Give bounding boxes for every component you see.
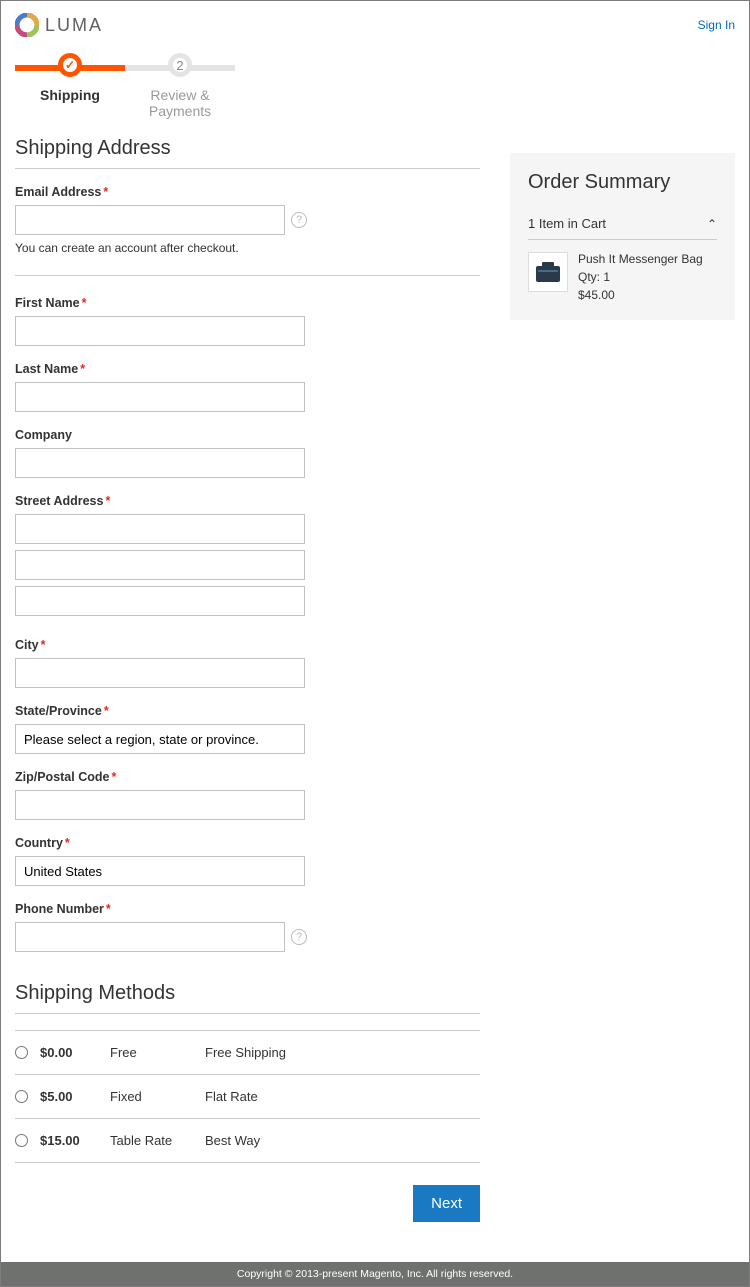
method-carrier: Best Way (205, 1133, 480, 1148)
method-title: Free (110, 1045, 205, 1060)
shipping-method-row[interactable]: $15.00 Table Rate Best Way (15, 1119, 480, 1163)
city-label: City* (15, 638, 480, 652)
firstname-field[interactable] (15, 316, 305, 346)
street-field-3[interactable] (15, 586, 305, 616)
method-price: $5.00 (40, 1089, 110, 1104)
method-carrier: Free Shipping (205, 1045, 480, 1060)
step-shipping: ✓ Shipping (15, 53, 125, 119)
state-label: State/Province* (15, 704, 480, 718)
method-price: $0.00 (40, 1045, 110, 1060)
company-label: Company (15, 428, 480, 442)
cart-item: Push It Messenger Bag Qty: 1 $45.00 (528, 240, 717, 302)
email-label: Email Address* (15, 185, 480, 199)
method-title: Table Rate (110, 1133, 205, 1148)
method-title: Fixed (110, 1089, 205, 1104)
shipping-method-row[interactable]: $5.00 Fixed Flat Rate (15, 1075, 480, 1119)
cart-toggle[interactable]: 1 Item in Cart ⌃ (528, 208, 717, 240)
country-label: Country* (15, 836, 480, 850)
method-carrier: Flat Rate (205, 1089, 480, 1104)
brand-name: LUMA (45, 15, 103, 36)
email-field[interactable] (15, 205, 285, 235)
checkout-progress: ✓ Shipping 2 Review & Payments (1, 43, 749, 137)
help-icon[interactable]: ? (291, 929, 307, 945)
country-select[interactable]: United States (15, 856, 305, 886)
signin-link[interactable]: Sign In (698, 18, 735, 32)
street-label: Street Address* (15, 494, 480, 508)
lastname-field[interactable] (15, 382, 305, 412)
divider (15, 275, 480, 276)
product-price: $45.00 (578, 288, 703, 302)
order-summary-title: Order Summary (528, 171, 717, 194)
shipping-method-radio[interactable] (15, 1090, 28, 1103)
order-summary: Order Summary 1 Item in Cart ⌃ Push It M… (510, 153, 735, 320)
cart-count-label: 1 Item in Cart (528, 216, 606, 231)
check-icon: ✓ (65, 58, 75, 72)
zip-label: Zip/Postal Code* (15, 770, 480, 784)
state-select[interactable]: Please select a region, state or provinc… (15, 724, 305, 754)
step-review: 2 Review & Payments (125, 53, 235, 119)
product-name: Push It Messenger Bag (578, 252, 703, 266)
chevron-up-icon: ⌃ (707, 217, 717, 231)
street-field-1[interactable] (15, 514, 305, 544)
shipping-method-radio[interactable] (15, 1134, 28, 1147)
product-qty: Qty: 1 (578, 270, 703, 284)
city-field[interactable] (15, 658, 305, 688)
step-review-label: Review & Payments (125, 87, 235, 119)
help-icon[interactable]: ? (291, 212, 307, 228)
luma-logo-icon (15, 13, 39, 37)
product-thumbnail (528, 252, 568, 292)
shipping-address-title: Shipping Address (15, 137, 480, 169)
company-field[interactable] (15, 448, 305, 478)
phone-field[interactable] (15, 922, 285, 952)
street-field-2[interactable] (15, 550, 305, 580)
firstname-label: First Name* (15, 296, 480, 310)
step-shipping-label: Shipping (15, 87, 125, 103)
footer-copyright: Copyright © 2013-present Magento, Inc. A… (1, 1262, 749, 1286)
shipping-method-row[interactable]: $0.00 Free Free Shipping (15, 1030, 480, 1075)
email-note: You can create an account after checkout… (15, 241, 480, 255)
next-button[interactable]: Next (413, 1185, 480, 1222)
lastname-label: Last Name* (15, 362, 480, 376)
shipping-methods-title: Shipping Methods (15, 982, 480, 1014)
logo[interactable]: LUMA (15, 13, 103, 37)
zip-field[interactable] (15, 790, 305, 820)
shipping-method-radio[interactable] (15, 1046, 28, 1059)
phone-label: Phone Number* (15, 902, 480, 916)
method-price: $15.00 (40, 1133, 110, 1148)
